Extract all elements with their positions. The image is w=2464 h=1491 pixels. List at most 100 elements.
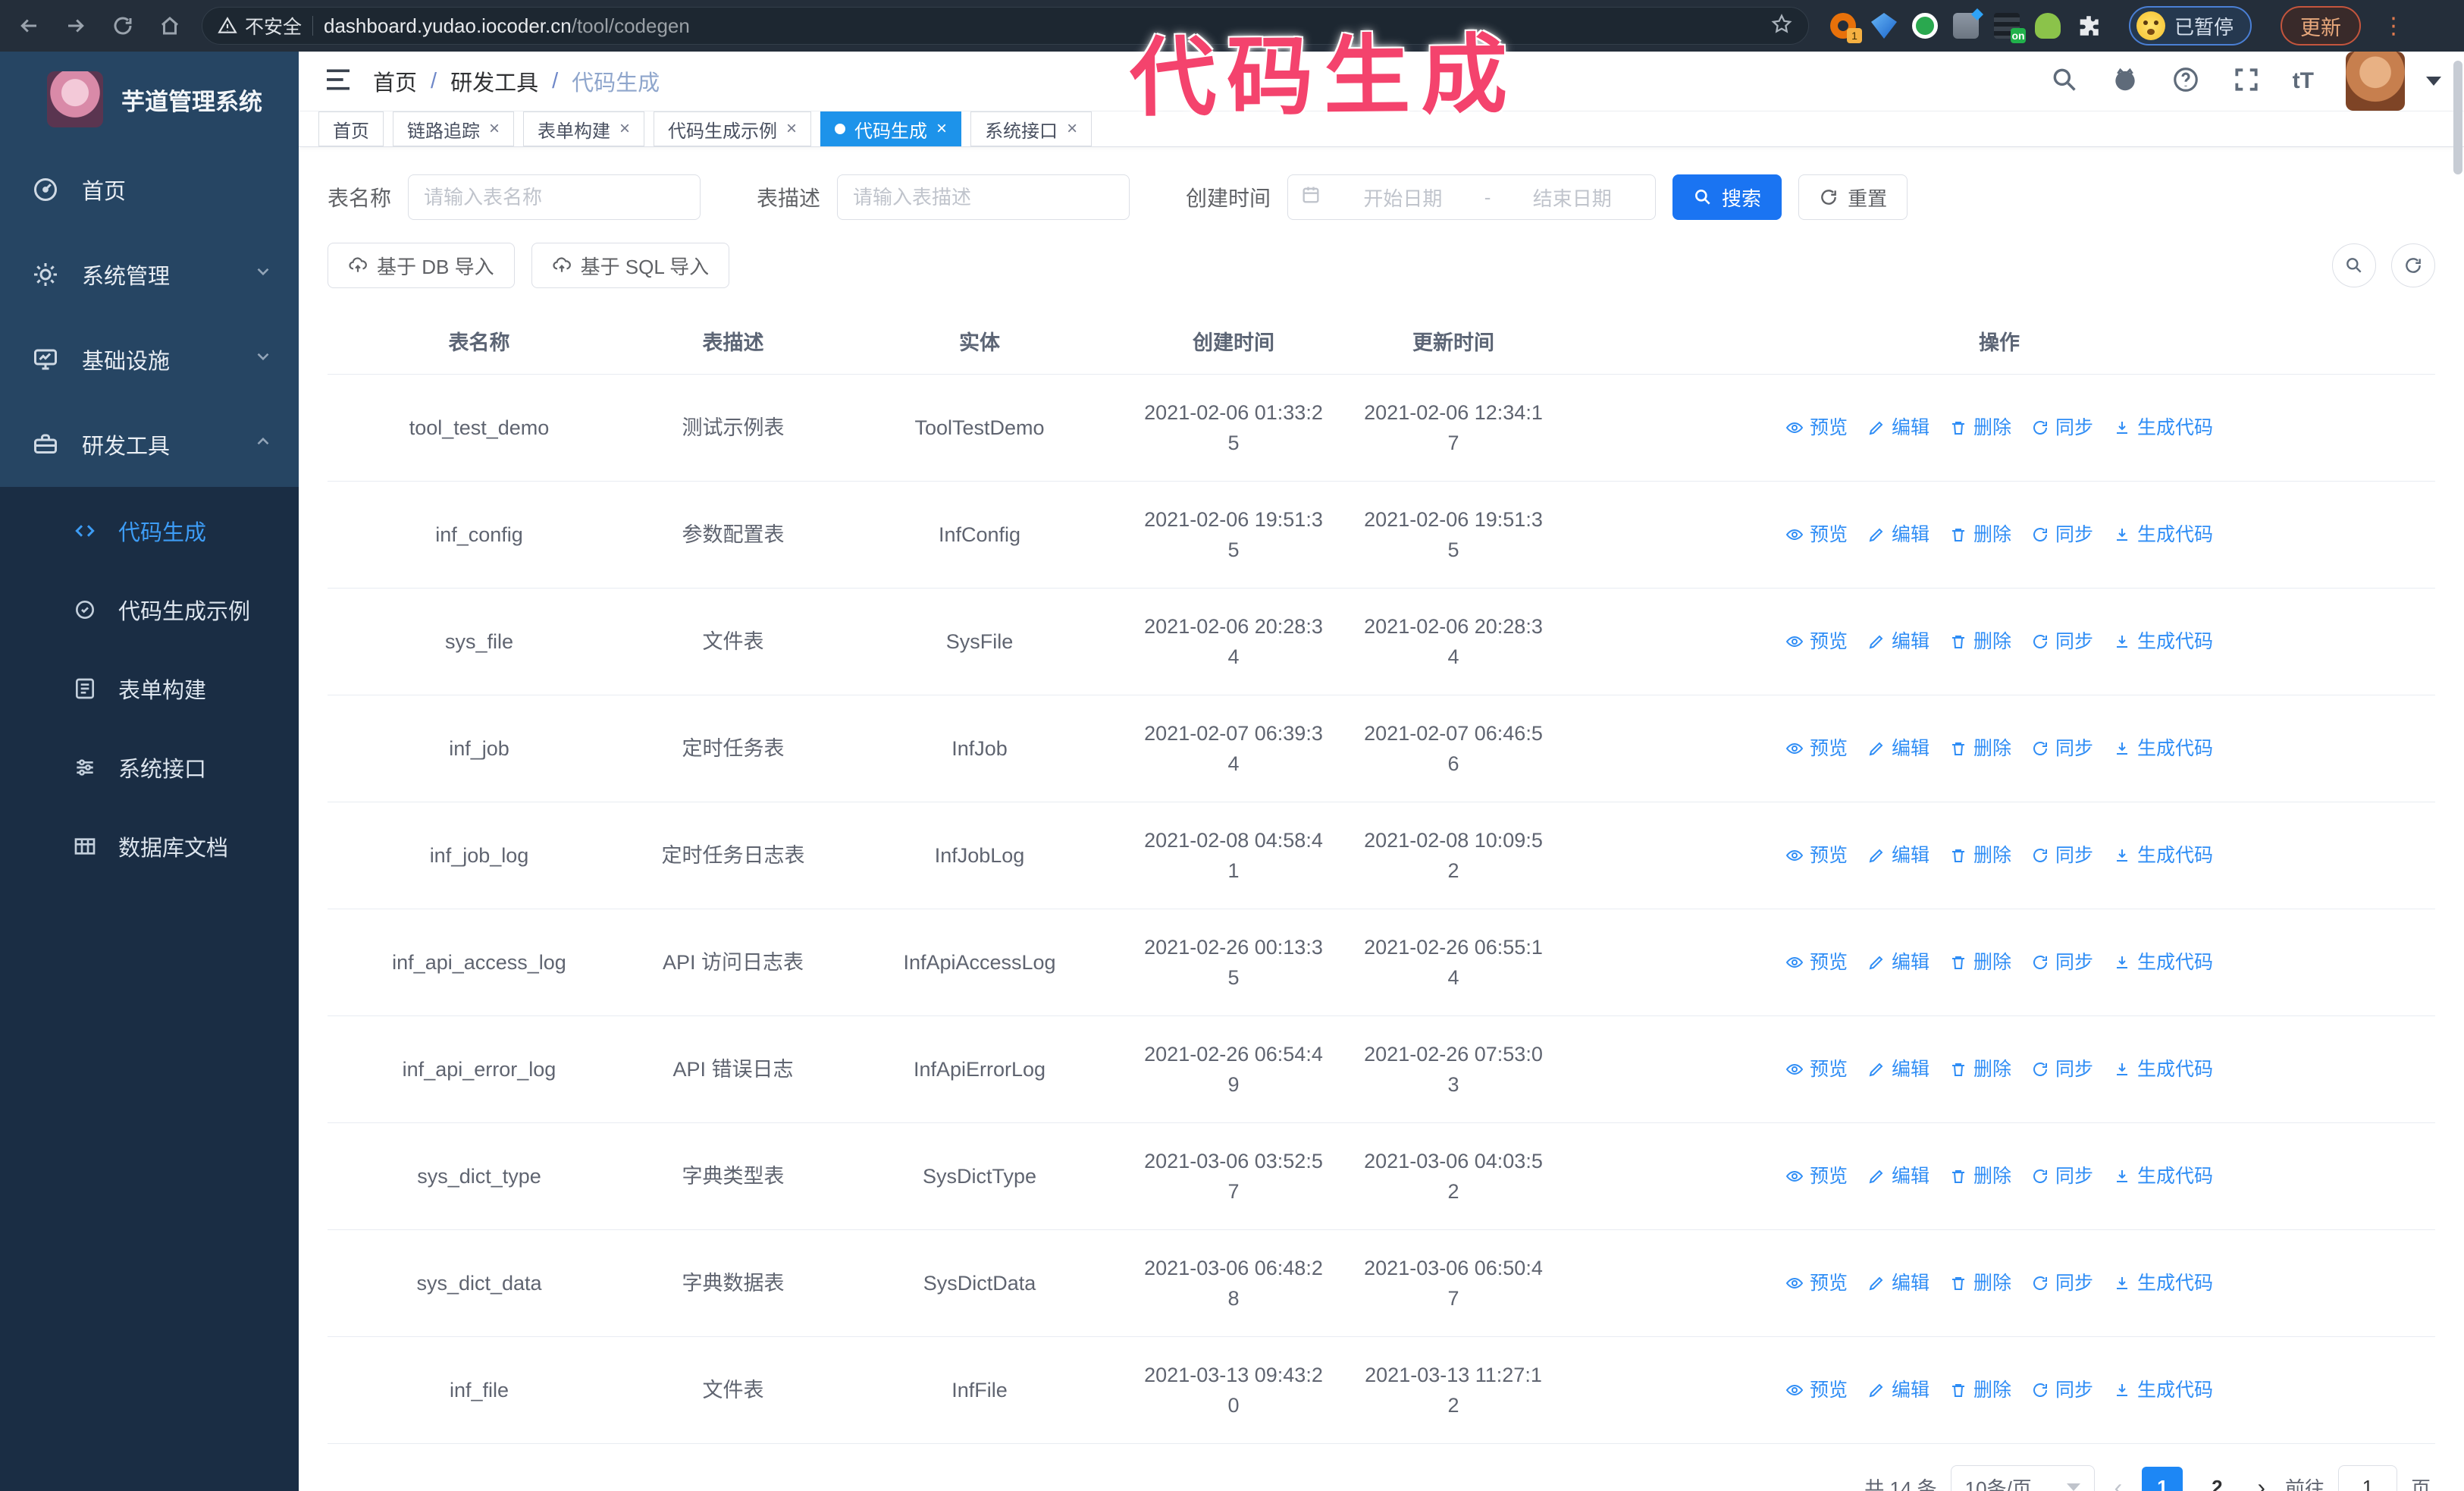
- delete-link[interactable]: 删除: [1949, 1054, 2011, 1085]
- extensions-puzzle-icon[interactable]: [2076, 13, 2102, 39]
- preview-link[interactable]: 预览: [1785, 1054, 1848, 1085]
- generate-code-link[interactable]: 生成代码: [2113, 519, 2213, 550]
- preview-link[interactable]: 预览: [1785, 1268, 1848, 1298]
- table-name-input[interactable]: [408, 174, 701, 220]
- edit-link[interactable]: 编辑: [1867, 1268, 1930, 1298]
- edit-link[interactable]: 编辑: [1867, 1054, 1930, 1085]
- sidebar-item-codegen-example[interactable]: 代码生成示例: [0, 570, 299, 649]
- tab-system-api[interactable]: 系统接口 ×: [970, 111, 1092, 146]
- address-bar[interactable]: 不安全 dashboard.yudao.iocoder.cn/tool/code…: [202, 7, 1809, 45]
- sidebar-item-codegen[interactable]: 代码生成: [0, 491, 299, 570]
- reload-icon[interactable]: [108, 11, 138, 41]
- sync-link[interactable]: 同步: [2031, 1375, 2093, 1405]
- forward-icon[interactable]: [61, 11, 91, 41]
- date-range-picker[interactable]: 开始日期 - 结束日期: [1287, 174, 1657, 220]
- security-chip[interactable]: 不安全: [218, 12, 302, 39]
- import-db-button[interactable]: 基于 DB 导入: [328, 243, 515, 288]
- edit-link[interactable]: 编辑: [1867, 1161, 1930, 1191]
- generate-code-link[interactable]: 生成代码: [2113, 1161, 2213, 1191]
- page-number-2[interactable]: 2: [2196, 1467, 2237, 1491]
- delete-link[interactable]: 删除: [1949, 1375, 2011, 1405]
- delete-link[interactable]: 删除: [1949, 626, 2011, 657]
- extension-icon-grid[interactable]: [1953, 13, 1979, 39]
- preview-link[interactable]: 预览: [1785, 626, 1848, 657]
- tab-codegen[interactable]: 代码生成 ×: [820, 111, 962, 146]
- preview-link[interactable]: 预览: [1785, 947, 1848, 978]
- sync-link[interactable]: 同步: [2031, 626, 2093, 657]
- extension-icon-robot[interactable]: [2035, 13, 2061, 39]
- generate-code-link[interactable]: 生成代码: [2113, 626, 2213, 657]
- next-page-button[interactable]: ›: [2251, 1474, 2271, 1491]
- close-icon[interactable]: ×: [786, 118, 797, 140]
- hamburger-icon[interactable]: [323, 64, 353, 99]
- generate-code-link[interactable]: 生成代码: [2113, 1375, 2213, 1405]
- delete-link[interactable]: 删除: [1949, 1268, 2011, 1298]
- close-icon[interactable]: ×: [489, 118, 500, 140]
- sync-link[interactable]: 同步: [2031, 840, 2093, 871]
- preview-link[interactable]: 预览: [1785, 1161, 1848, 1191]
- edit-link[interactable]: 编辑: [1867, 947, 1930, 978]
- tab-codegen-example[interactable]: 代码生成示例 ×: [654, 111, 812, 146]
- sidebar-item-devtools[interactable]: 研发工具: [0, 402, 299, 487]
- preview-link[interactable]: 预览: [1785, 519, 1848, 550]
- github-icon[interactable]: [2111, 65, 2140, 98]
- refresh-table-button[interactable]: [2391, 243, 2435, 287]
- logo-row[interactable]: 芋道管理系统: [0, 52, 299, 147]
- search-button[interactable]: 搜索: [1672, 174, 1782, 220]
- toggle-search-button[interactable]: [2332, 243, 2376, 287]
- sync-link[interactable]: 同步: [2031, 1054, 2093, 1085]
- sidebar-item-form-builder[interactable]: 表单构建: [0, 649, 299, 728]
- generate-code-link[interactable]: 生成代码: [2113, 1268, 2213, 1298]
- preview-link[interactable]: 预览: [1785, 413, 1848, 443]
- caret-down-icon[interactable]: [2426, 77, 2441, 86]
- delete-link[interactable]: 删除: [1949, 947, 2011, 978]
- preview-link[interactable]: 预览: [1785, 840, 1848, 871]
- edit-link[interactable]: 编辑: [1867, 1375, 1930, 1405]
- close-icon[interactable]: ×: [1067, 118, 1077, 140]
- generate-code-link[interactable]: 生成代码: [2113, 840, 2213, 871]
- delete-link[interactable]: 删除: [1949, 1161, 2011, 1191]
- extension-icon-orange[interactable]: 1: [1830, 13, 1862, 43]
- import-sql-button[interactable]: 基于 SQL 导入: [531, 243, 730, 288]
- sync-link[interactable]: 同步: [2031, 519, 2093, 550]
- extension-icon-gem[interactable]: [1871, 13, 1897, 39]
- fullscreen-icon[interactable]: [2232, 65, 2261, 98]
- sync-link[interactable]: 同步: [2031, 1161, 2093, 1191]
- profile-paused-pill[interactable]: 已暂停: [2129, 6, 2252, 46]
- avatar[interactable]: [2346, 52, 2405, 111]
- sync-link[interactable]: 同步: [2031, 947, 2093, 978]
- help-icon[interactable]: [2171, 65, 2200, 98]
- generate-code-link[interactable]: 生成代码: [2113, 733, 2213, 764]
- table-desc-input[interactable]: [837, 174, 1130, 220]
- prev-page-button[interactable]: ‹: [2108, 1474, 2129, 1491]
- font-size-icon[interactable]: tT: [2293, 68, 2314, 94]
- delete-link[interactable]: 删除: [1949, 519, 2011, 550]
- sidebar-item-system[interactable]: 系统管理: [0, 232, 299, 317]
- breadcrumb-home[interactable]: 首页: [373, 65, 417, 97]
- breadcrumb-devtools[interactable]: 研发工具: [450, 65, 538, 97]
- edit-link[interactable]: 编辑: [1867, 733, 1930, 764]
- generate-code-link[interactable]: 生成代码: [2113, 1054, 2213, 1085]
- delete-link[interactable]: 删除: [1949, 840, 2011, 871]
- search-icon[interactable]: [2050, 65, 2079, 98]
- page-size-select[interactable]: 10条/页: [1950, 1465, 2095, 1491]
- preview-link[interactable]: 预览: [1785, 733, 1848, 764]
- update-button[interactable]: 更新: [2281, 6, 2362, 46]
- sync-link[interactable]: 同步: [2031, 1268, 2093, 1298]
- generate-code-link[interactable]: 生成代码: [2113, 947, 2213, 978]
- close-icon[interactable]: ×: [619, 118, 630, 140]
- reset-button[interactable]: 重置: [1798, 174, 1908, 220]
- edit-link[interactable]: 编辑: [1867, 626, 1930, 657]
- page-scrollbar[interactable]: [2453, 61, 2462, 174]
- generate-code-link[interactable]: 生成代码: [2113, 413, 2213, 443]
- tab-tracing[interactable]: 链路追踪 ×: [393, 111, 515, 146]
- edit-link[interactable]: 编辑: [1867, 840, 1930, 871]
- sidebar-item-home[interactable]: 首页: [0, 147, 299, 232]
- back-icon[interactable]: [14, 11, 44, 41]
- tab-form-builder[interactable]: 表单构建 ×: [523, 111, 645, 146]
- delete-link[interactable]: 删除: [1949, 733, 2011, 764]
- sync-link[interactable]: 同步: [2031, 413, 2093, 443]
- sidebar-item-db-doc[interactable]: 数据库文档: [0, 807, 299, 886]
- close-icon[interactable]: ×: [936, 118, 947, 140]
- bookmark-star-icon[interactable]: [1770, 13, 1793, 39]
